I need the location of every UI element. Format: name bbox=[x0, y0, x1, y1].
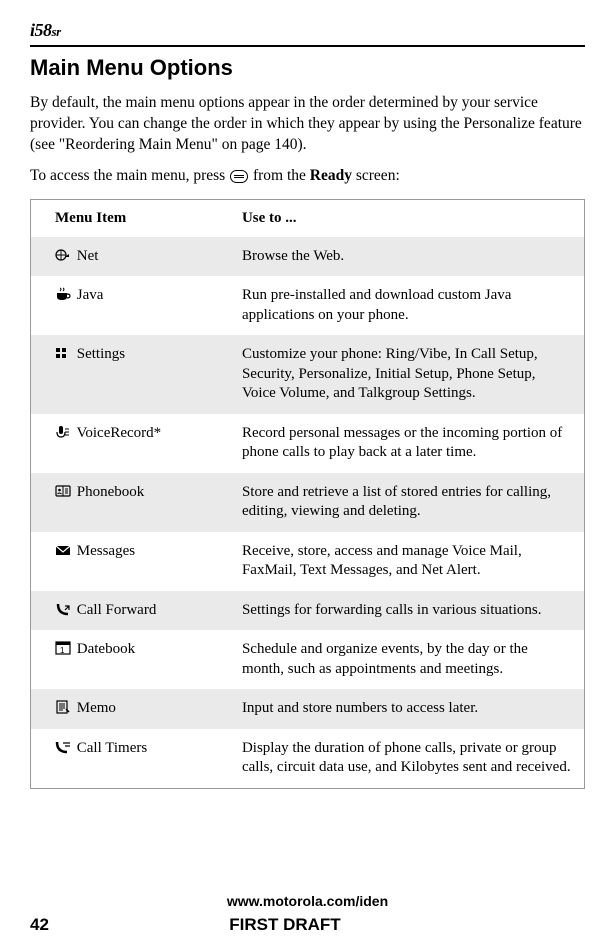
access-post: from the bbox=[249, 167, 310, 184]
row-desc: Customize your phone: Ring/Vibe, In Call… bbox=[230, 335, 585, 414]
row-label: Call Timers bbox=[77, 740, 147, 756]
logo-main: i58 bbox=[30, 20, 52, 40]
table-row: Settings Customize your phone: Ring/Vibe… bbox=[31, 335, 585, 414]
access-paragraph: To access the main menu, press from the … bbox=[30, 166, 585, 187]
row-desc: Run pre-installed and download custom Ja… bbox=[230, 276, 585, 335]
row-desc: Display the duration of phone calls, pri… bbox=[230, 729, 585, 789]
row-desc: Store and retrieve a list of stored entr… bbox=[230, 473, 585, 532]
messages-icon bbox=[55, 543, 71, 557]
row-desc: Record personal messages or the incoming… bbox=[230, 414, 585, 473]
row-label: Datebook bbox=[77, 641, 135, 657]
page-number: 42 bbox=[30, 915, 49, 935]
row-label: VoiceRecord* bbox=[76, 425, 161, 441]
table-row: Messages Receive, store, access and mana… bbox=[31, 532, 585, 591]
memo-icon bbox=[55, 700, 71, 714]
net-icon bbox=[55, 248, 71, 262]
java-icon bbox=[55, 287, 71, 301]
voicerecord-icon bbox=[55, 425, 71, 439]
header-use-to: Use to ... bbox=[230, 199, 585, 237]
table-row: Java Run pre-installed and download cust… bbox=[31, 276, 585, 335]
settings-icon bbox=[55, 346, 71, 360]
row-label: Call Forward bbox=[77, 602, 157, 618]
row-label: Phonebook bbox=[77, 484, 145, 500]
row-desc: Browse the Web. bbox=[230, 237, 585, 277]
menu-key-icon bbox=[230, 170, 248, 183]
divider bbox=[30, 45, 585, 47]
draft-status: FIRST DRAFT bbox=[229, 915, 340, 935]
row-desc: Input and store numbers to access later. bbox=[230, 689, 585, 729]
row-desc: Receive, store, access and manage Voice … bbox=[230, 532, 585, 591]
row-label: Net bbox=[77, 248, 99, 264]
row-label: Memo bbox=[77, 700, 116, 716]
row-label: Settings bbox=[77, 346, 125, 362]
row-label: Messages bbox=[77, 543, 135, 559]
access-pre: To access the main menu, press bbox=[30, 167, 229, 184]
section-title: Main Menu Options bbox=[30, 55, 585, 81]
footer-url: www.motorola.com/iden bbox=[30, 893, 585, 909]
call-timers-icon bbox=[55, 740, 71, 754]
table-row: Call Timers Display the duration of phon… bbox=[31, 729, 585, 789]
call-forward-icon bbox=[55, 602, 71, 616]
table-row: Phonebook Store and retrieve a list of s… bbox=[31, 473, 585, 532]
logo: i58sr bbox=[30, 20, 585, 41]
row-desc: Settings for forwarding calls in various… bbox=[230, 591, 585, 631]
header-menu-item: Menu Item bbox=[31, 199, 230, 237]
datebook-icon: 1 bbox=[55, 641, 71, 655]
footer: www.motorola.com/iden 42 FIRST DRAFT bbox=[30, 893, 585, 935]
table-row: VoiceRecord* Record personal messages or… bbox=[31, 414, 585, 473]
menu-table: Menu Item Use to ... Net Browse the Web.… bbox=[30, 199, 585, 789]
table-row: 1 Datebook Schedule and organize events,… bbox=[31, 630, 585, 689]
table-row: Call Forward Settings for forwarding cal… bbox=[31, 591, 585, 631]
table-header-row: Menu Item Use to ... bbox=[31, 199, 585, 237]
logo-suffix: sr bbox=[52, 24, 61, 39]
access-bold: Ready bbox=[310, 167, 352, 184]
phonebook-icon bbox=[55, 484, 71, 498]
table-row: Memo Input and store numbers to access l… bbox=[31, 689, 585, 729]
row-label: Java bbox=[77, 287, 104, 303]
intro-paragraph: By default, the main menu options appear… bbox=[30, 93, 585, 156]
table-row: Net Browse the Web. bbox=[31, 237, 585, 277]
row-desc: Schedule and organize events, by the day… bbox=[230, 630, 585, 689]
access-tail: screen: bbox=[352, 167, 400, 184]
svg-text:1: 1 bbox=[60, 646, 65, 655]
